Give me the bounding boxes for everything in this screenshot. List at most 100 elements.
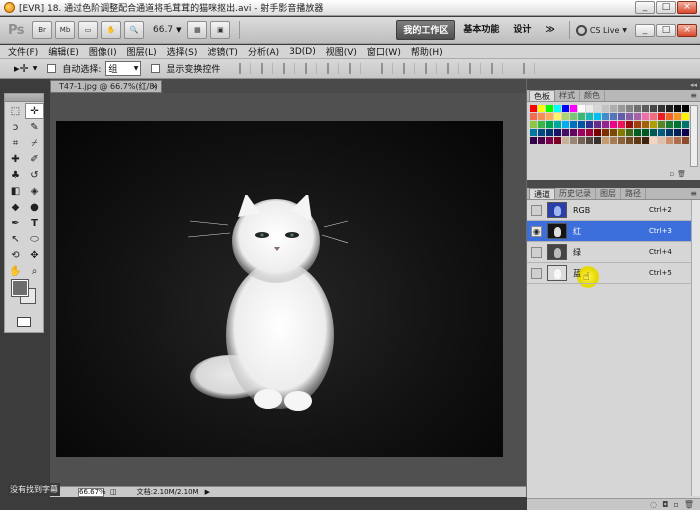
history-brush-tool-icon[interactable]: ↺ <box>25 167 44 183</box>
eyedropper-tool-icon[interactable]: ⌿ <box>25 135 44 151</box>
tab-paths[interactable]: 路径 <box>621 188 646 199</box>
color-swatch[interactable] <box>570 113 577 120</box>
zoom-tool-icon[interactable]: ⌕ <box>25 263 44 279</box>
workspace-essentials[interactable]: 基本功能 <box>457 20 505 40</box>
color-swatch[interactable] <box>546 113 553 120</box>
color-swatch[interactable] <box>650 129 657 136</box>
crop-tool-icon[interactable]: ⌗ <box>6 135 25 151</box>
workspace-my-workspace[interactable]: 我的工作区 <box>396 20 456 40</box>
align-left-icon[interactable] <box>305 63 318 74</box>
status-zoom-field[interactable]: 66.67% <box>78 487 106 497</box>
menu-image[interactable]: 图像(I) <box>89 45 117 58</box>
color-swatch[interactable] <box>674 121 681 128</box>
tab-swatches[interactable]: 色板 <box>529 90 555 101</box>
color-swatch[interactable] <box>658 137 665 144</box>
3d-rotate-tool-icon[interactable]: ⟲ <box>6 247 25 263</box>
workspace-design[interactable]: 设计 <box>507 20 537 40</box>
color-swatch[interactable] <box>642 113 649 120</box>
color-swatch[interactable] <box>650 137 657 144</box>
tools-panel-grip[interactable] <box>5 94 43 102</box>
color-swatch[interactable] <box>594 105 601 112</box>
hand-tool-button[interactable]: ✋ <box>101 21 122 39</box>
color-swatch[interactable] <box>650 113 657 120</box>
tab-layers[interactable]: 图层 <box>596 188 621 199</box>
color-swatch[interactable] <box>586 129 593 136</box>
menu-layer[interactable]: 图层(L) <box>127 45 157 58</box>
color-swatch[interactable] <box>578 121 585 128</box>
quick-select-tool-icon[interactable]: ✎ <box>25 119 44 135</box>
chevron-right-icon[interactable]: ▶ <box>205 488 210 496</box>
color-swatch[interactable] <box>626 129 633 136</box>
color-swatch[interactable] <box>538 105 545 112</box>
color-swatch[interactable] <box>674 105 681 112</box>
color-swatch[interactable] <box>658 129 665 136</box>
color-swatch[interactable] <box>666 137 673 144</box>
menu-help[interactable]: 帮助(H) <box>411 45 443 58</box>
load-channel-selection-icon[interactable]: ◌ <box>650 500 657 509</box>
visibility-toggle[interactable] <box>531 204 542 216</box>
color-swatch[interactable] <box>634 105 641 112</box>
color-swatch[interactable] <box>626 105 633 112</box>
color-swatch[interactable] <box>682 113 689 120</box>
color-swatch[interactable] <box>626 121 633 128</box>
color-swatch[interactable] <box>666 105 673 112</box>
color-swatch[interactable] <box>658 121 665 128</box>
channel-row-rgb[interactable]: RGB Ctrl+2 <box>527 200 700 221</box>
color-swatch[interactable] <box>626 137 633 144</box>
pen-tool-icon[interactable]: ✒ <box>6 215 25 231</box>
color-swatch[interactable] <box>578 137 585 144</box>
color-swatch[interactable] <box>610 129 617 136</box>
color-swatch[interactable] <box>682 137 689 144</box>
menu-3d[interactable]: 3D(D) <box>289 47 316 57</box>
blur-tool-icon[interactable]: ◆ <box>6 199 25 215</box>
menu-filter[interactable]: 滤镜(T) <box>207 45 238 58</box>
color-swatch[interactable] <box>618 137 625 144</box>
color-swatch[interactable] <box>626 113 633 120</box>
color-swatch[interactable] <box>642 121 649 128</box>
panel-menu-icon[interactable]: ≡ <box>690 91 697 100</box>
color-swatch[interactable] <box>610 121 617 128</box>
distribute-hcenter-icon[interactable] <box>469 63 482 74</box>
auto-select-checkbox[interactable] <box>47 64 57 73</box>
color-swatch[interactable] <box>634 129 641 136</box>
quick-mask-icon[interactable] <box>17 317 31 327</box>
color-swatch[interactable] <box>530 105 537 112</box>
foreground-color-swatch[interactable] <box>11 279 29 297</box>
color-swatch[interactable] <box>642 129 649 136</box>
clone-stamp-tool-icon[interactable]: ♣ <box>6 167 25 183</box>
auto-align-layers-icon[interactable] <box>523 63 536 74</box>
menu-select[interactable]: 选择(S) <box>167 45 198 58</box>
color-swatch[interactable] <box>554 137 561 144</box>
color-swatch[interactable] <box>618 129 625 136</box>
distribute-vcenter-icon[interactable] <box>403 63 416 74</box>
color-swatch[interactable] <box>618 105 625 112</box>
view-extras-button[interactable]: ▭ <box>78 21 99 39</box>
visibility-toggle[interactable] <box>531 267 542 279</box>
color-swatch[interactable] <box>586 105 593 112</box>
color-swatch[interactable] <box>554 121 561 128</box>
ellipse-tool-icon[interactable]: ⬭ <box>25 231 44 247</box>
tab-styles[interactable]: 样式 <box>555 90 580 101</box>
color-swatch[interactable] <box>594 129 601 136</box>
color-swatch[interactable] <box>602 113 609 120</box>
color-swatch[interactable] <box>578 129 585 136</box>
color-swatch[interactable] <box>610 105 617 112</box>
color-swatch[interactable] <box>554 105 561 112</box>
color-swatch[interactable] <box>570 121 577 128</box>
ps-close-button[interactable]: × <box>677 23 697 37</box>
save-selection-channel-icon[interactable]: ◘ <box>662 500 668 509</box>
color-swatch[interactable] <box>658 105 665 112</box>
color-swatch[interactable] <box>682 121 689 128</box>
color-swatch[interactable] <box>602 137 609 144</box>
document-image[interactable] <box>56 121 503 457</box>
status-nav-icon[interactable]: ◫ <box>110 488 117 496</box>
healing-brush-tool-icon[interactable]: ✚ <box>6 151 25 167</box>
color-swatch[interactable] <box>602 129 609 136</box>
move-tool-icon[interactable]: ✛ <box>25 103 44 119</box>
color-swatch[interactable] <box>586 113 593 120</box>
color-swatch[interactable] <box>594 137 601 144</box>
menu-window[interactable]: 窗口(W) <box>367 45 401 58</box>
panel-menu-icon[interactable]: ≡ <box>690 189 697 198</box>
menu-file[interactable]: 文件(F) <box>8 45 38 58</box>
color-swatch[interactable] <box>554 113 561 120</box>
